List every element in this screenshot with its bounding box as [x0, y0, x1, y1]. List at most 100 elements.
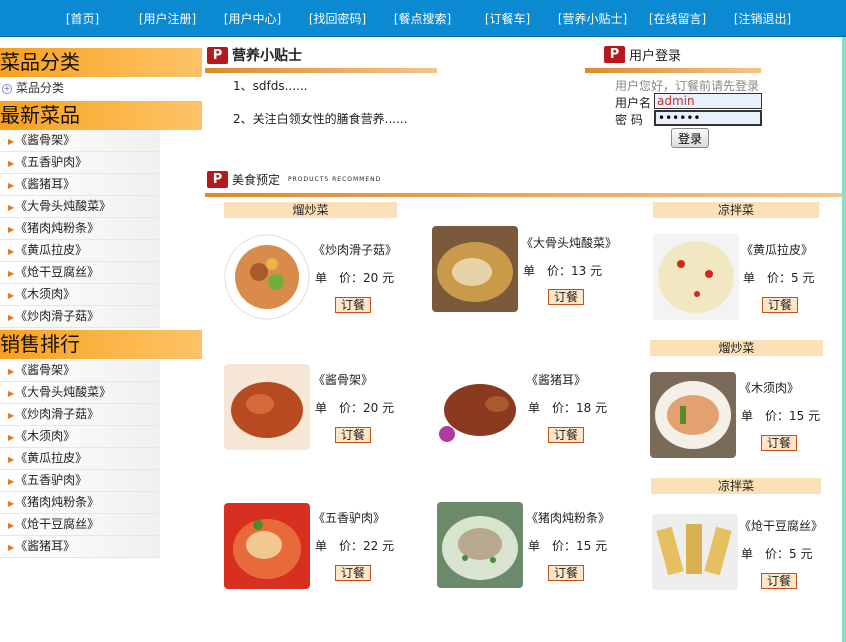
- product-name[interactable]: 《黄瓜拉皮》: [741, 241, 813, 258]
- tips-underline: [205, 68, 437, 73]
- dish-image[interactable]: [224, 503, 310, 589]
- sales-list-item[interactable]: ▶《猪肉炖粉条》: [0, 492, 160, 514]
- product-name[interactable]: 《大骨头炖酸菜》: [521, 234, 617, 251]
- nav-cart[interactable]: [订餐车]: [465, 10, 550, 27]
- username-field[interactable]: [654, 93, 762, 109]
- triangle-bullet-icon: ▶: [8, 203, 15, 212]
- product-name[interactable]: 《酱猪耳》: [526, 371, 586, 388]
- list-item-label: 《猪肉炖粉条》: [15, 221, 100, 235]
- category-heading: 菜品分类: [0, 48, 202, 77]
- dish-image[interactable]: [437, 364, 523, 450]
- sales-list-item[interactable]: ▶《五香驴肉》: [0, 470, 160, 492]
- login-button[interactable]: 登录: [671, 128, 709, 148]
- category-label: 熘炒菜: [224, 202, 397, 218]
- triangle-bullet-icon: ▶: [8, 477, 15, 486]
- username-label: 用户名: [615, 96, 652, 110]
- triangle-bullet-icon: ▶: [8, 291, 15, 300]
- nav-tips[interactable]: [营养小贴士]: [550, 10, 635, 27]
- latest-list-item[interactable]: ▶《大骨头炖酸菜》: [0, 196, 160, 218]
- list-item-label: 《大骨头炖酸菜》: [15, 385, 112, 399]
- sales-list-item[interactable]: ▶《酱骨架》: [0, 360, 160, 382]
- sales-list-item[interactable]: ▶《酱猪耳》: [0, 536, 160, 558]
- latest-list-item[interactable]: ▶《猪肉炖粉条》: [0, 218, 160, 240]
- nav-search[interactable]: [餐点搜索]: [380, 10, 465, 27]
- dish-image[interactable]: [437, 502, 523, 588]
- triangle-bullet-icon: ▶: [8, 389, 15, 398]
- list-item-label: 《酱骨架》: [15, 133, 76, 147]
- nav-user-center[interactable]: [用户中心]: [210, 10, 295, 27]
- price-value: 5 元: [791, 271, 815, 285]
- price-label: 单 价：: [528, 539, 577, 553]
- password-field[interactable]: [654, 110, 762, 126]
- product-price: 单 价：15 元: [528, 537, 607, 554]
- latest-list-item[interactable]: ▶《黄瓜拉皮》: [0, 240, 160, 262]
- triangle-bullet-icon: ▶: [8, 269, 15, 278]
- product-price: 单 价：5 元: [743, 269, 814, 286]
- latest-list-item[interactable]: ▶《木须肉》: [0, 284, 160, 306]
- latest-list-item[interactable]: ▶《炝干豆腐丝》: [0, 262, 160, 284]
- list-item-label: 《黄瓜拉皮》: [15, 243, 88, 257]
- order-button[interactable]: 订餐: [335, 297, 371, 313]
- price-value: 18 元: [576, 401, 608, 415]
- product-price: 单 价：20 元: [315, 269, 394, 286]
- price-label: 单 价：: [315, 539, 364, 553]
- latest-list-item[interactable]: ▶《五香驴肉》: [0, 152, 160, 174]
- tip-item[interactable]: 2、关注白领女性的膳食营养......: [233, 110, 408, 127]
- section-logo-icon: P: [207, 171, 228, 188]
- triangle-bullet-icon: ▶: [8, 411, 15, 420]
- sales-list-item[interactable]: ▶《炝干豆腐丝》: [0, 514, 160, 536]
- list-item-label: 《酱猪耳》: [15, 539, 76, 553]
- product-name[interactable]: 《酱骨架》: [313, 371, 373, 388]
- sales-list-item[interactable]: ▶《大骨头炖酸菜》: [0, 382, 160, 404]
- nav-message[interactable]: [在线留言]: [635, 10, 720, 27]
- login-hint: 用户您好，订餐前请先登录: [615, 79, 760, 93]
- product-name[interactable]: 《炒肉滑子菇》: [313, 241, 397, 258]
- nav-register[interactable]: [用户注册]: [125, 10, 210, 27]
- sales-list-item[interactable]: ▶《黄瓜拉皮》: [0, 448, 160, 470]
- order-button[interactable]: 订餐: [548, 565, 584, 581]
- order-button[interactable]: 订餐: [335, 427, 371, 443]
- order-button[interactable]: 订餐: [761, 435, 797, 451]
- price-value: 20 元: [363, 271, 395, 285]
- dish-image[interactable]: [224, 364, 310, 450]
- recommend-underline: [205, 193, 842, 197]
- sales-list-item[interactable]: ▶《炒肉滑子菇》: [0, 404, 160, 426]
- triangle-bullet-icon: ▶: [8, 181, 15, 190]
- price-label: 单 价：: [315, 271, 364, 285]
- price-value: 20 元: [363, 401, 395, 415]
- product-name[interactable]: 《炝干豆腐丝》: [739, 517, 823, 534]
- order-button[interactable]: 订餐: [335, 565, 371, 581]
- dish-image[interactable]: [652, 514, 738, 590]
- triangle-bullet-icon: ▶: [8, 433, 15, 442]
- dish-image[interactable]: [224, 234, 310, 320]
- dish-image[interactable]: [653, 234, 739, 320]
- triangle-bullet-icon: ▶: [8, 543, 15, 552]
- latest-list-item[interactable]: ▶《酱骨架》: [0, 130, 160, 152]
- nav-find-password[interactable]: [找回密码]: [295, 10, 380, 27]
- triangle-bullet-icon: ▶: [8, 159, 15, 168]
- sales-list-item[interactable]: ▶《木须肉》: [0, 426, 160, 448]
- category-link[interactable]: + 菜品分类: [2, 79, 64, 96]
- section-logo-icon: P: [207, 46, 228, 64]
- nav-home[interactable]: [首页]: [40, 10, 125, 27]
- tip-item[interactable]: 1、sdfds......: [233, 77, 308, 94]
- list-item-label: 《黄瓜拉皮》: [15, 451, 88, 465]
- product-price: 单 价：5 元: [741, 545, 812, 562]
- list-item-label: 《酱骨架》: [15, 363, 76, 377]
- order-button[interactable]: 订餐: [761, 573, 797, 589]
- order-button[interactable]: 订餐: [548, 289, 584, 305]
- expand-plus-icon: +: [2, 83, 12, 94]
- product-name[interactable]: 《木须肉》: [739, 379, 799, 396]
- dish-image[interactable]: [432, 226, 518, 312]
- category-label: 凉拌菜: [651, 478, 821, 494]
- order-button[interactable]: 订餐: [548, 427, 584, 443]
- latest-list-item[interactable]: ▶《酱猪耳》: [0, 174, 160, 196]
- latest-list-item[interactable]: ▶《炒肉滑子菇》: [0, 306, 160, 328]
- nav-logout[interactable]: [注销退出]: [720, 10, 805, 27]
- dish-image[interactable]: [650, 372, 736, 458]
- category-label: 凉拌菜: [653, 202, 819, 218]
- product-name[interactable]: 《猪肉炖粉条》: [526, 509, 610, 526]
- order-button[interactable]: 订餐: [762, 297, 798, 313]
- product-name[interactable]: 《五香驴肉》: [313, 509, 385, 526]
- recommend-title: 美食预定: [232, 173, 281, 187]
